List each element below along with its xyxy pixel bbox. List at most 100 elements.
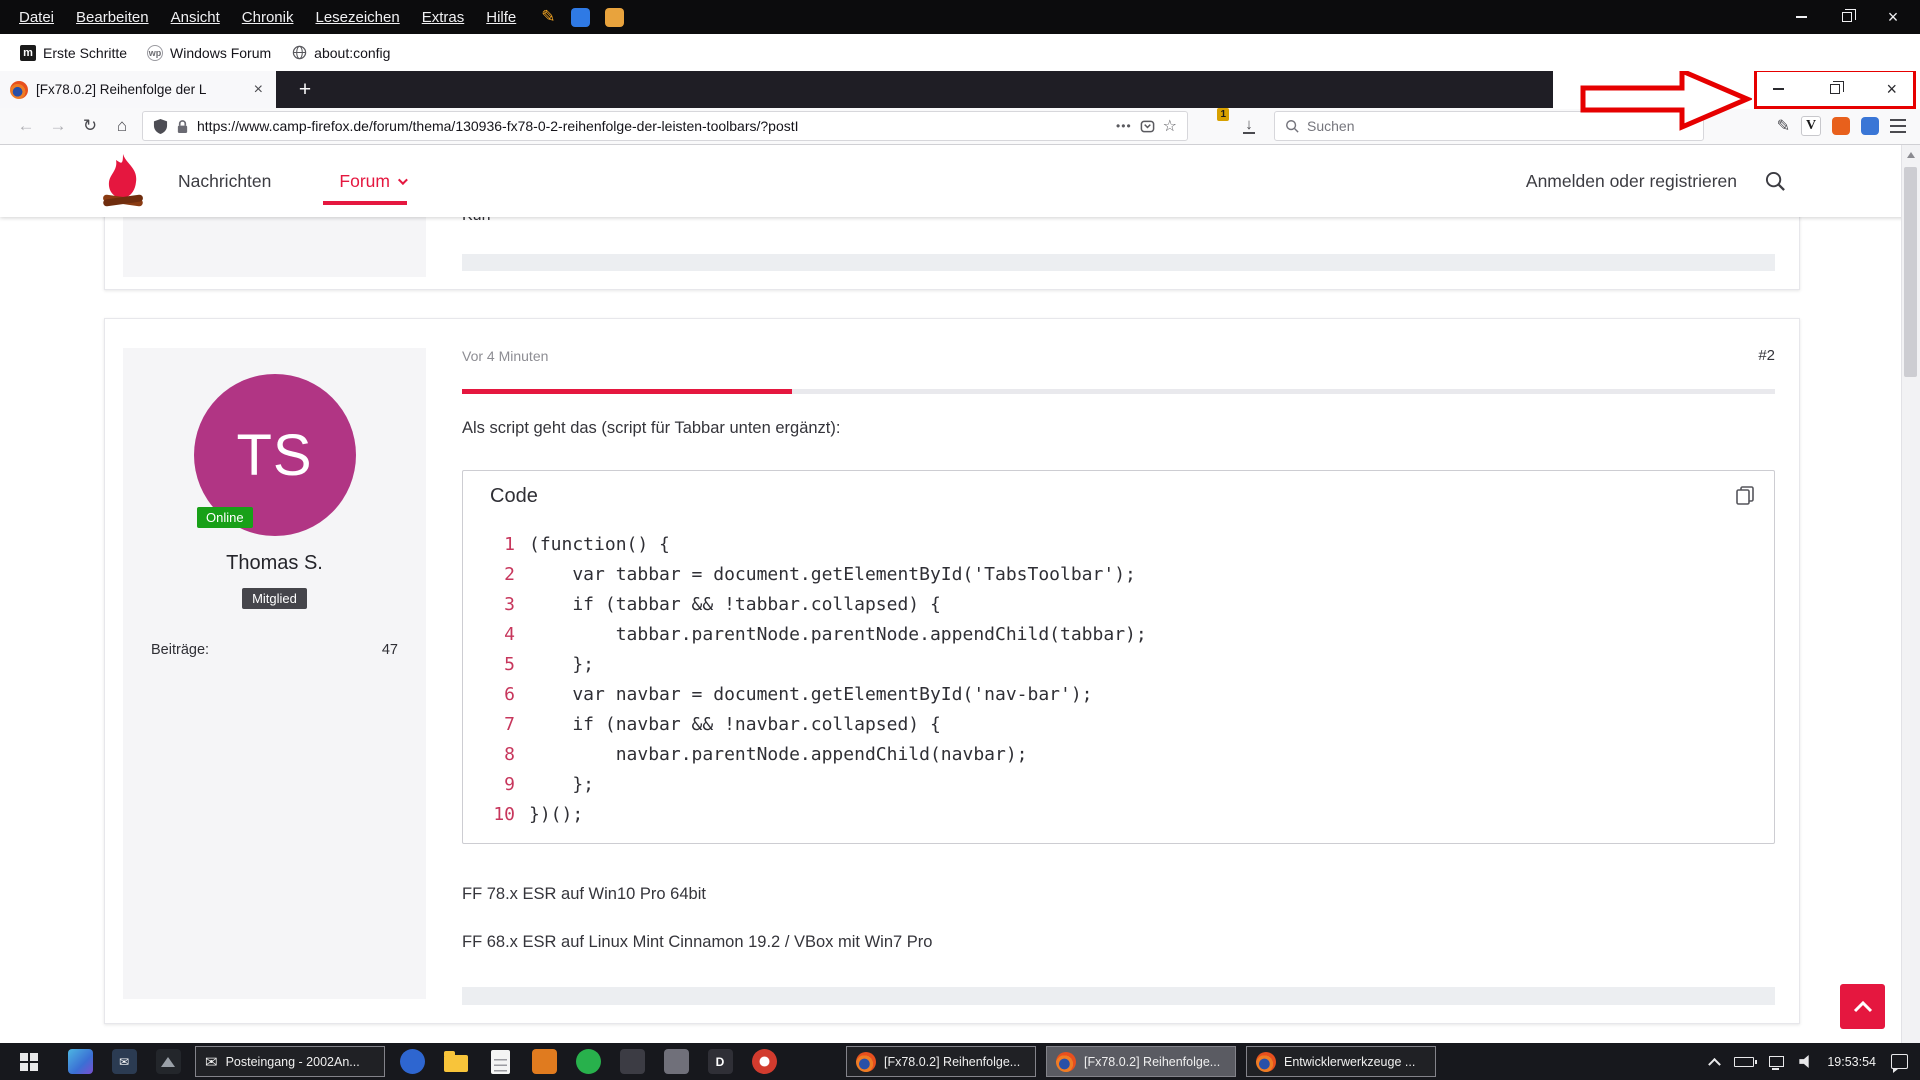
login-link[interactable]: Anmelden oder registrieren [1526, 171, 1737, 192]
nav-nachrichten[interactable]: Nachrichten [178, 171, 271, 192]
posts-count[interactable]: 47 [382, 642, 398, 658]
pinned-app-icon[interactable] [742, 1043, 786, 1080]
menu-item[interactable]: Datei [8, 0, 65, 34]
mail-app-icon[interactable]: ✉ [102, 1043, 146, 1080]
blue-extension-icon[interactable] [1861, 117, 1879, 135]
edit-extension-icon[interactable]: ✎ [1777, 116, 1790, 136]
pinned-app-icon[interactable] [390, 1043, 434, 1080]
page-scrollbar[interactable] [1901, 145, 1920, 1043]
menu-item[interactable]: Bearbeiten [65, 0, 160, 34]
page-actions-icon[interactable]: ••• [1116, 119, 1132, 133]
bookmark-erste-schritte[interactable]: m Erste Schritte [10, 39, 137, 67]
copy-code-button[interactable] [1734, 484, 1756, 511]
line-number: 8 [463, 744, 515, 765]
taskbar-window-firefox-1[interactable]: [Fx78.0.2] Reihenfolge... [846, 1046, 1036, 1077]
ublock-origin-icon[interactable]: 1 [1200, 113, 1224, 139]
menu-item[interactable]: Chronik [231, 0, 305, 34]
battery-icon[interactable] [1734, 1057, 1754, 1067]
site-search-icon[interactable] [1765, 171, 1786, 192]
post-number[interactable]: #2 [1758, 347, 1775, 364]
action-center-icon[interactable] [1891, 1054, 1908, 1069]
windows-logo-icon [20, 1053, 38, 1071]
restore-icon[interactable] [1830, 84, 1840, 94]
tray-chevron-up-icon[interactable] [1708, 1058, 1721, 1071]
notepad-icon[interactable] [478, 1043, 522, 1080]
menu-item[interactable]: Lesezeichen [304, 0, 410, 34]
scroll-to-top-button[interactable] [1840, 984, 1885, 1029]
code-text: if (tabbar && !tabbar.collapsed) { [529, 594, 941, 615]
pinned-app-icon[interactable] [654, 1043, 698, 1080]
author-name[interactable]: Thomas S. [123, 552, 426, 575]
pinned-app-icon[interactable] [522, 1043, 566, 1080]
scrollbar-up-arrow[interactable] [1907, 152, 1915, 158]
taskbar-window-mail[interactable]: ✉ Posteingang - 2002An... [195, 1046, 385, 1077]
network-icon[interactable] [1769, 1056, 1784, 1067]
wordpress-favicon: wp [147, 45, 163, 61]
back-button[interactable]: ← [10, 111, 42, 141]
bookmark-windows-forum[interactable]: wp Windows Forum [137, 39, 281, 67]
code-lines: 1 (function() { 2 var tabbar = document.… [463, 529, 1774, 829]
pocket-icon[interactable] [1140, 119, 1155, 134]
code-line: 1 (function() { [463, 529, 1774, 559]
reload-button[interactable]: ↻ [74, 111, 106, 141]
bookmark-about-config[interactable]: about:config [281, 39, 400, 67]
system-tray: 19:53:54 [1710, 1054, 1920, 1069]
pinned-app-icon[interactable]: D [698, 1043, 742, 1080]
forward-button[interactable]: → [42, 111, 74, 141]
orange-extension-icon[interactable] [1832, 117, 1850, 135]
bookmark-label: Erste Schritte [43, 45, 127, 61]
mail-icon: ✉ [112, 1049, 137, 1074]
tab-bar: [Fx78.0.2] Reihenfolge der L × + × [0, 71, 1920, 108]
hamburger-menu-icon[interactable] [1890, 119, 1906, 133]
taskbar-window-devtools[interactable]: Entwicklerwerkzeuge ... [1246, 1046, 1436, 1077]
nav-forum[interactable]: Forum [339, 171, 405, 192]
pencil-extension-icon[interactable]: ✎ [541, 7, 555, 27]
new-tab-button[interactable]: + [288, 71, 322, 108]
file-explorer-icon[interactable] [434, 1043, 478, 1080]
pinned-app-icon[interactable] [610, 1043, 654, 1080]
close-icon[interactable]: × [1886, 80, 1897, 98]
post-meta-row: Vor 4 Minuten #2 [462, 347, 1775, 364]
downloads-button[interactable]: ↓ [1236, 118, 1262, 134]
speaker-icon[interactable] [1799, 1055, 1812, 1068]
code-line: 8 navbar.parentNode.appendChild(navbar); [463, 739, 1774, 769]
post-intro-text: Als script geht das (script für Tabbar u… [462, 419, 840, 438]
menu-item[interactable]: Hilfe [475, 0, 527, 34]
camp-firefox-logo[interactable] [96, 152, 150, 215]
search-icon [1285, 119, 1299, 133]
tracking-protection-shield-icon[interactable] [153, 118, 168, 135]
pinned-app-icon[interactable] [58, 1043, 102, 1080]
signature-line-2: FF 68.x ESR auf Linux Mint Cinnamon 19.2… [462, 933, 932, 952]
scrollbar-thumb[interactable] [1904, 167, 1917, 377]
post-divider-bar [462, 389, 1775, 394]
chevron-up-icon [1853, 1001, 1873, 1013]
code-line: 10 })(); [463, 799, 1774, 829]
home-button[interactable]: ⌂ [106, 111, 138, 141]
bookmark-star-icon[interactable]: ☆ [1163, 116, 1177, 136]
taskbar-window-firefox-2-active[interactable]: [Fx78.0.2] Reihenfolge... [1046, 1046, 1236, 1077]
minimize-icon[interactable] [1773, 88, 1784, 90]
blue-extension-icon[interactable] [571, 8, 590, 27]
menu-item[interactable]: Extras [411, 0, 476, 34]
post-timestamp[interactable]: Vor 4 Minuten [462, 348, 548, 364]
taskbar-clock[interactable]: 19:53:54 [1827, 1055, 1876, 1069]
pinned-app-icon[interactable] [566, 1043, 610, 1080]
app-icon [68, 1049, 93, 1074]
menu-item[interactable]: Ansicht [160, 0, 231, 34]
minimize-button[interactable] [1778, 0, 1824, 34]
mail-icon: ✉ [205, 1053, 218, 1071]
violentmonkey-icon[interactable]: V [1801, 116, 1821, 136]
close-button[interactable]: × [1870, 0, 1916, 34]
lock-icon[interactable] [176, 119, 189, 134]
bookmark-label: about:config [314, 45, 390, 61]
start-button[interactable] [0, 1043, 58, 1080]
orange-extension-icon[interactable] [605, 8, 624, 27]
url-bar[interactable]: ••• ☆ [142, 111, 1188, 141]
url-input[interactable] [197, 118, 1108, 134]
code-text: }; [529, 774, 594, 795]
tab-close-icon[interactable]: × [251, 81, 266, 99]
folder-icon [444, 1055, 468, 1072]
browser-tab[interactable]: [Fx78.0.2] Reihenfolge der L × [0, 71, 276, 108]
restore-button[interactable] [1824, 0, 1870, 34]
pinned-app-icon[interactable] [146, 1043, 190, 1080]
